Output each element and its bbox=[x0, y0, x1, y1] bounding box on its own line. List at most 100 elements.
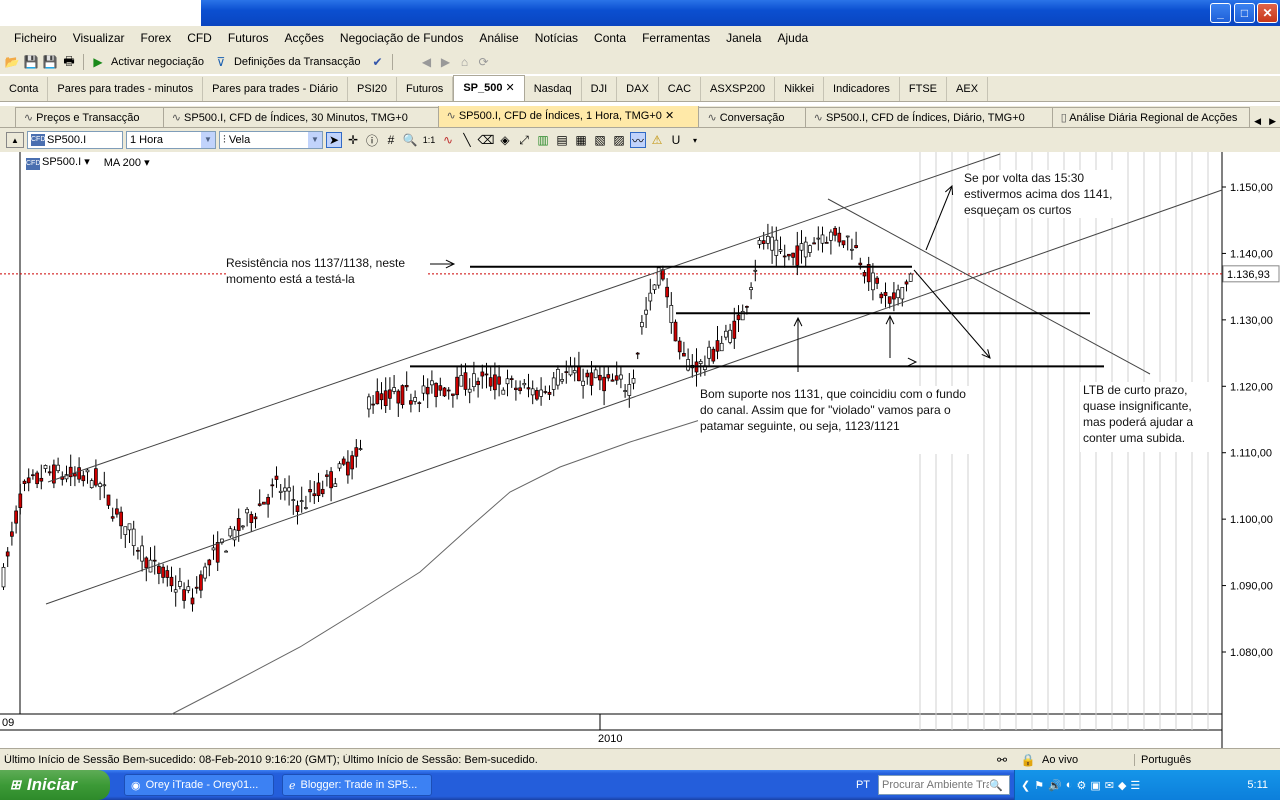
start-button[interactable]: ⊞ Iniciar bbox=[0, 770, 110, 800]
menu-item-4[interactable]: Futuros bbox=[220, 31, 277, 45]
market-tab-4[interactable]: Futuros bbox=[397, 77, 454, 101]
scroll-right-icon[interactable]: ▶ bbox=[1265, 116, 1280, 127]
menu-item-3[interactable]: CFD bbox=[179, 31, 220, 45]
tray-app6-icon[interactable]: ☰ bbox=[1130, 779, 1140, 792]
tray-app4-icon[interactable]: ✉ bbox=[1105, 779, 1114, 792]
market-tab-12[interactable]: Indicadores bbox=[824, 77, 900, 101]
chart-symbol[interactable]: CFD SP500.I ▾ bbox=[26, 155, 90, 170]
maximize-button[interactable]: □ bbox=[1234, 3, 1255, 23]
market-tab-2[interactable]: Pares para trades - Diário bbox=[203, 77, 349, 101]
line-tool-icon[interactable]: ╲ bbox=[459, 132, 475, 148]
tray-app1-icon[interactable]: ◐ bbox=[1066, 779, 1073, 791]
market-tab-7[interactable]: DJI bbox=[582, 77, 618, 101]
market-tab-11[interactable]: Nikkei bbox=[775, 77, 825, 101]
taskbar-item-itrade[interactable]: ◉ Orey iTrade - Orey01... bbox=[124, 774, 274, 796]
cursor-tool-icon[interactable]: ➤ bbox=[326, 132, 342, 148]
menu-item-0[interactable]: Ficheiro bbox=[6, 31, 65, 45]
scroll-left-icon[interactable]: ◀ bbox=[1250, 116, 1265, 127]
more-icon[interactable]: ▾ bbox=[687, 132, 703, 148]
market-tab-8[interactable]: DAX bbox=[617, 77, 659, 101]
layout4-icon[interactable]: ▨ bbox=[611, 132, 627, 148]
search-icon[interactable]: 🔍 bbox=[989, 779, 1003, 792]
menu-item-11[interactable]: Janela bbox=[718, 31, 769, 45]
candle-up bbox=[505, 378, 510, 385]
menu-item-10[interactable]: Ferramentas bbox=[634, 31, 718, 45]
window-tab-5[interactable]: ▯ Análise Diária Regional de Acções bbox=[1051, 107, 1251, 127]
wave-icon[interactable]: 〰 bbox=[630, 132, 646, 148]
market-tab-14[interactable]: AEX bbox=[947, 77, 989, 101]
window-tab-3[interactable]: ∿ Conversação bbox=[698, 107, 806, 127]
layout1-icon[interactable]: ▤ bbox=[554, 132, 570, 148]
menu-item-9[interactable]: Conta bbox=[586, 31, 634, 45]
minimize-button[interactable]: _ bbox=[1210, 3, 1231, 23]
menu-item-8[interactable]: Notícias bbox=[527, 31, 586, 45]
market-tab-label: Nasdaq bbox=[533, 83, 572, 95]
magnet-icon[interactable]: U bbox=[668, 132, 684, 148]
market-tab-5[interactable]: SP_500 ✕ bbox=[453, 75, 525, 101]
window-tab-4[interactable]: ∿ SP500.I, CFD de Índices, Diário, TMG+0 bbox=[804, 107, 1053, 127]
market-tab-9[interactable]: CAC bbox=[659, 77, 702, 101]
window-tab-2[interactable]: ∿ SP500.I, CFD de Índices, 1 Hora, TMG+0… bbox=[437, 106, 700, 127]
print-icon[interactable]: 🖶 bbox=[61, 54, 77, 70]
taskbar-search-input[interactable] bbox=[879, 779, 989, 791]
menu-item-12[interactable]: Ajuda bbox=[769, 31, 816, 45]
menu-item-6[interactable]: Negociação de Fundos bbox=[332, 31, 471, 45]
window-tab-1[interactable]: ∿ SP500.I, CFD de Índices, 30 Minutos, T… bbox=[162, 107, 439, 127]
price-tick-label: 1.100,00 bbox=[1230, 514, 1273, 526]
layout2-icon[interactable]: ▦ bbox=[573, 132, 589, 148]
price-chart[interactable]: 1.150,00 1.140,00 1.130,00 1.120,00 1.110,00… bbox=[0, 152, 1280, 748]
candle-down bbox=[312, 493, 317, 497]
symbol-input[interactable]: CFD SP500.I bbox=[27, 131, 123, 149]
ratio-icon[interactable]: 1:1 bbox=[421, 132, 437, 148]
forward-icon[interactable]: ▶ bbox=[438, 54, 454, 70]
save-all-icon[interactable]: 💾 bbox=[42, 54, 58, 70]
home-icon[interactable]: ⌂ bbox=[457, 54, 473, 70]
menu-item-5[interactable]: Acções bbox=[277, 31, 332, 45]
back-icon[interactable]: ◀ bbox=[419, 54, 435, 70]
market-tab-13[interactable]: FTSE bbox=[900, 77, 948, 101]
chart-type-select[interactable]: ⫶ Vela ▼ bbox=[219, 131, 323, 149]
fibonacci-icon[interactable]: ◈ bbox=[497, 132, 513, 148]
info-icon[interactable]: ⓘ bbox=[364, 132, 380, 148]
candles-icon[interactable]: ▥ bbox=[535, 132, 551, 148]
transaction-settings-button[interactable]: Definições da Transacção bbox=[232, 56, 367, 68]
refresh-icon[interactable]: ⟳ bbox=[476, 54, 492, 70]
menu-item-1[interactable]: Visualizar bbox=[65, 31, 133, 45]
tray-volume-icon[interactable]: 🔊 bbox=[1048, 779, 1062, 792]
collapse-icon[interactable]: ▲ bbox=[6, 132, 24, 148]
market-tab-10[interactable]: ASXSP200 bbox=[701, 77, 776, 101]
timeframe-select[interactable]: 1 Hora ▼ bbox=[126, 131, 216, 149]
market-tab-1[interactable]: Pares para trades - minutos bbox=[48, 77, 204, 101]
candle-down bbox=[535, 390, 539, 400]
tray-app5-icon[interactable]: ◆ bbox=[1118, 779, 1126, 792]
layout3-icon[interactable]: ▧ bbox=[592, 132, 608, 148]
activate-trading-button[interactable]: Activar negociação bbox=[109, 56, 210, 68]
trend-tool-icon[interactable]: ⤢ bbox=[516, 132, 532, 148]
close-button[interactable]: ✕ bbox=[1257, 3, 1278, 23]
indicator-icon[interactable]: ∿ bbox=[440, 132, 456, 148]
tray-app2-icon[interactable]: ⚙ bbox=[1076, 779, 1086, 792]
menu-item-2[interactable]: Forex bbox=[133, 31, 180, 45]
check-icon[interactable]: ✔ bbox=[370, 54, 386, 70]
close-icon[interactable]: ✕ bbox=[502, 82, 515, 94]
zoom-icon[interactable]: 🔍 bbox=[402, 132, 418, 148]
eraser-icon[interactable]: ⌫ bbox=[478, 132, 495, 148]
tray-arrow-icon[interactable]: ❮ bbox=[1021, 779, 1030, 792]
taskbar-item-blogger[interactable]: ℯ Blogger: Trade in SP5... bbox=[282, 774, 432, 796]
menu-item-7[interactable]: Análise bbox=[471, 31, 526, 45]
input-language[interactable]: PT bbox=[856, 779, 870, 791]
window-tab-0[interactable]: ∿ Preços e Transacção bbox=[14, 107, 164, 127]
market-tab-6[interactable]: Nasdaq bbox=[525, 77, 582, 101]
close-icon[interactable]: ✕ bbox=[662, 110, 674, 122]
chart-indicator[interactable]: MA 200 ▾ bbox=[104, 156, 150, 169]
open-folder-icon[interactable]: 📂 bbox=[4, 54, 20, 70]
tray-network-icon[interactable]: ⚑ bbox=[1034, 779, 1044, 792]
taskbar-search[interactable]: 🔍 bbox=[878, 775, 1010, 795]
crosshair-icon[interactable]: ✛ bbox=[345, 132, 361, 148]
grid-icon[interactable]: # bbox=[383, 132, 399, 148]
tray-app3-icon[interactable]: ▣ bbox=[1090, 779, 1100, 792]
save-icon[interactable]: 💾 bbox=[23, 54, 39, 70]
market-tab-3[interactable]: PSI20 bbox=[348, 77, 398, 101]
warning-icon[interactable]: ⚠ bbox=[649, 132, 665, 148]
market-tab-0[interactable]: Conta bbox=[0, 77, 49, 101]
